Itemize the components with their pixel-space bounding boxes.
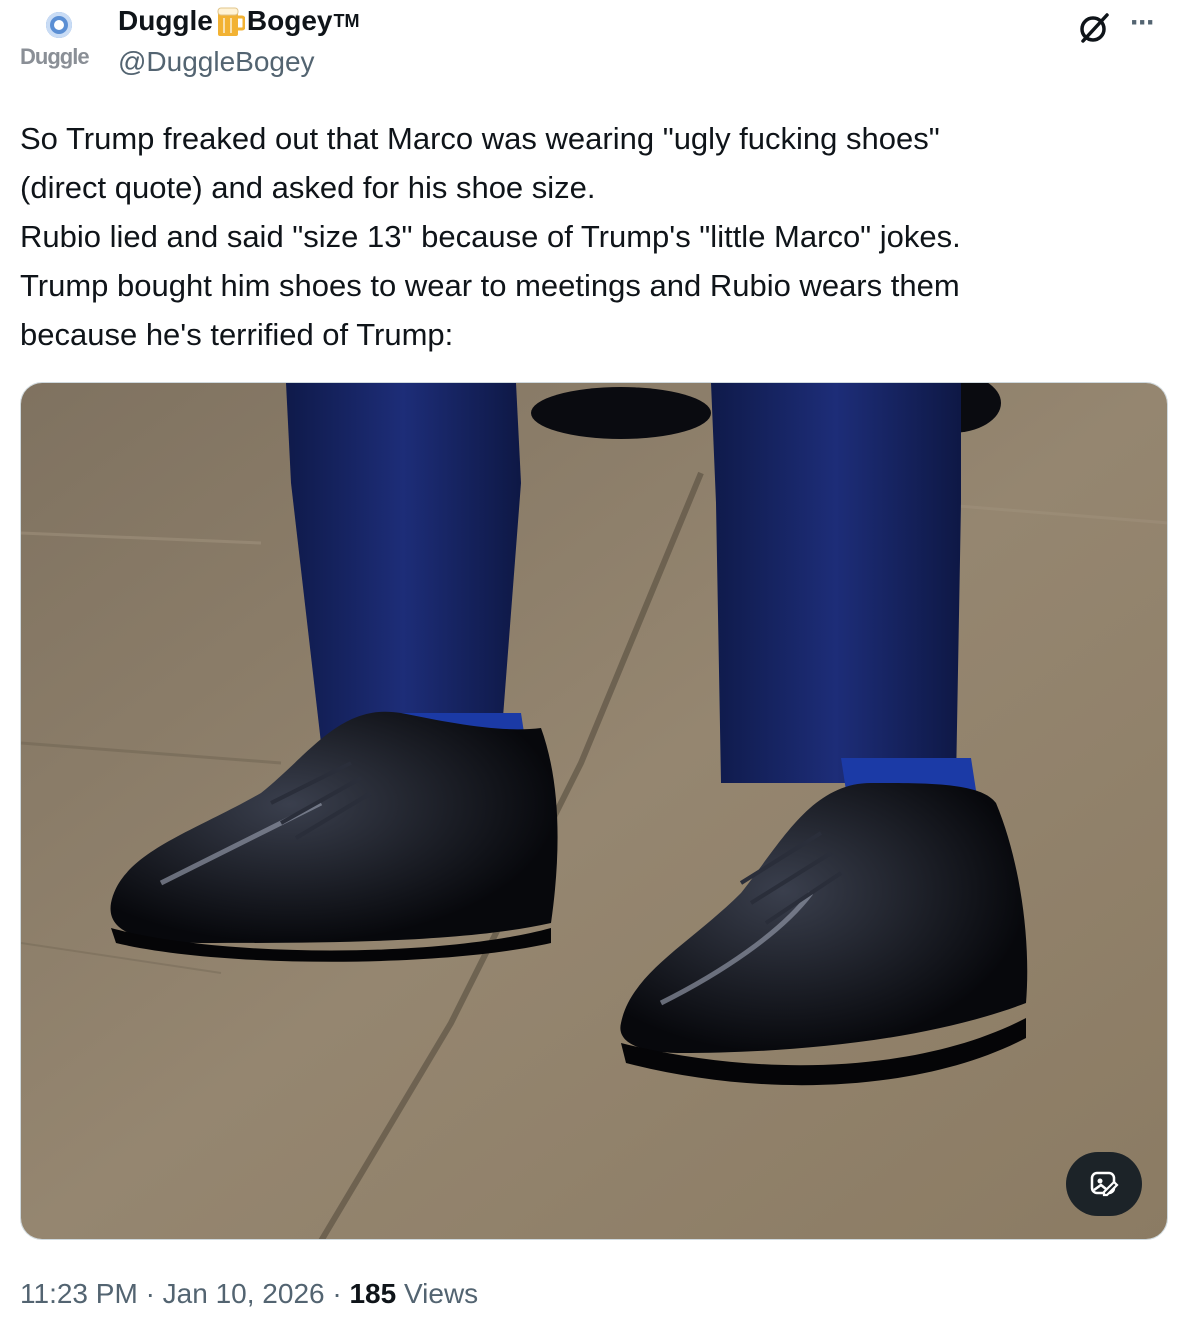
separator: · [332,1278,342,1309]
tweet-text-line: (direct quote) and asked for his shoe si… [20,170,596,205]
tweet-text: So Trump freaked out that Marco was wear… [20,114,1180,359]
tweet-photo[interactable] [20,382,1168,1240]
tweet-date[interactable]: Jan 10, 2026 [163,1278,325,1309]
tweet-text-line: So Trump freaked out that Marco was wear… [20,121,940,156]
more-options-icon[interactable]: ··· [1130,6,1156,40]
display-name-part1: Duggle [118,5,213,36]
user-handle[interactable]: @DuggleBogey [118,46,315,78]
avatar[interactable]: Duggle [20,6,100,76]
separator: · [145,1278,155,1309]
image-edit-icon [1090,1171,1119,1197]
views-label: Views [403,1278,479,1309]
views-count: 185 [349,1278,397,1309]
avatar-logo-icon [46,12,72,38]
tweet-time[interactable]: 11:23 PM [20,1278,138,1309]
tweet-meta: 11:23 PM · Jan 10, 2026 · 185 Views [20,1278,478,1310]
trademark-symbol: TM [333,10,360,31]
photo-shoes-image [21,383,1167,1239]
tweet-text-line: because he's terrified of Trump: [20,317,454,352]
display-name-part2: Bogey [246,5,333,36]
avatar-text: Duggle [20,44,90,69]
tweet-text-line: Trump bought him shoes to wear to meetin… [20,268,960,303]
tweet: Duggle Duggle Bogey TM @DuggleBogey ··· … [0,0,1200,1322]
grok-icon[interactable] [1076,10,1112,46]
beer-mug-icon [217,7,245,36]
display-name[interactable]: Duggle Bogey TM [118,4,359,38]
tweet-text-line: Rubio lied and said "size 13" because of… [20,219,961,254]
image-edit-button[interactable] [1066,1152,1142,1216]
